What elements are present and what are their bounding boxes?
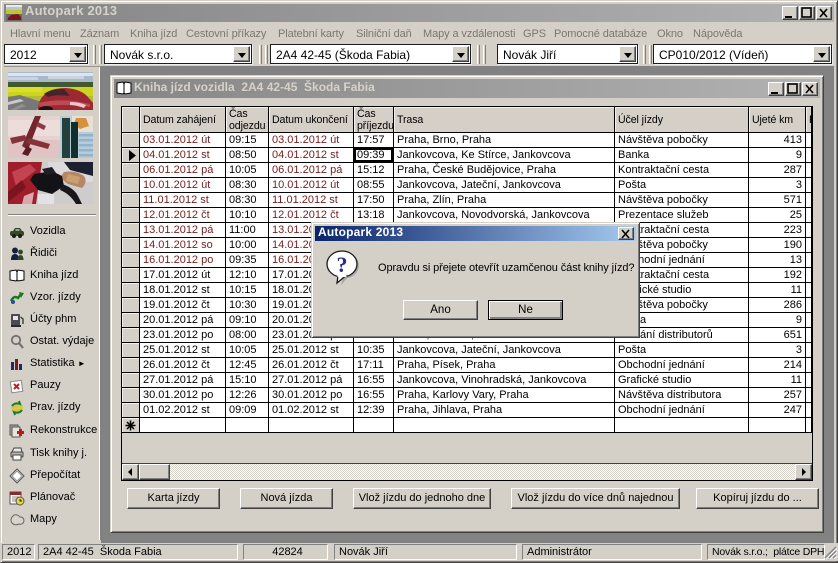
svg-text:?: ? xyxy=(337,252,348,277)
